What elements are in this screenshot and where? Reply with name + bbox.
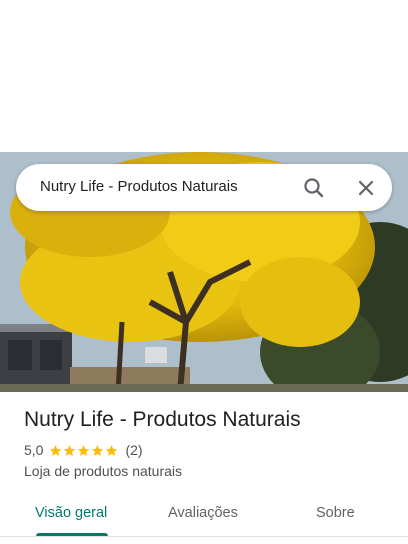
tab-divider [0, 536, 408, 537]
search-icon[interactable] [301, 175, 327, 201]
search-bar[interactable]: Nutry Life - Produtos Naturais [16, 164, 392, 211]
place-category[interactable]: Loja de produtos naturais [24, 463, 394, 479]
tab-reviews[interactable]: Avaliações [168, 505, 238, 521]
rating-value: 5,0 [24, 442, 44, 458]
review-count[interactable]: (2) [125, 442, 142, 458]
place-info: Nutry Life - Produtos Naturais 5,0 (2) L… [24, 408, 394, 479]
star-icon [78, 444, 90, 456]
place-title: Nutry Life - Produtos Naturais [24, 408, 301, 431]
star-icon [64, 444, 76, 456]
star-icon [92, 444, 104, 456]
tab-about[interactable]: Sobre [316, 505, 355, 521]
star-icon [50, 444, 62, 456]
tab-bar: Visão geral Avaliações Sobre [0, 496, 408, 540]
tab-overview[interactable]: Visão geral [35, 505, 107, 521]
rating-row[interactable]: 5,0 (2) [24, 441, 394, 459]
blank-area [0, 0, 408, 152]
close-icon[interactable] [353, 175, 379, 201]
search-input[interactable]: Nutry Life - Produtos Naturais [40, 178, 238, 195]
star-icon [106, 444, 118, 456]
star-rating [49, 444, 119, 457]
